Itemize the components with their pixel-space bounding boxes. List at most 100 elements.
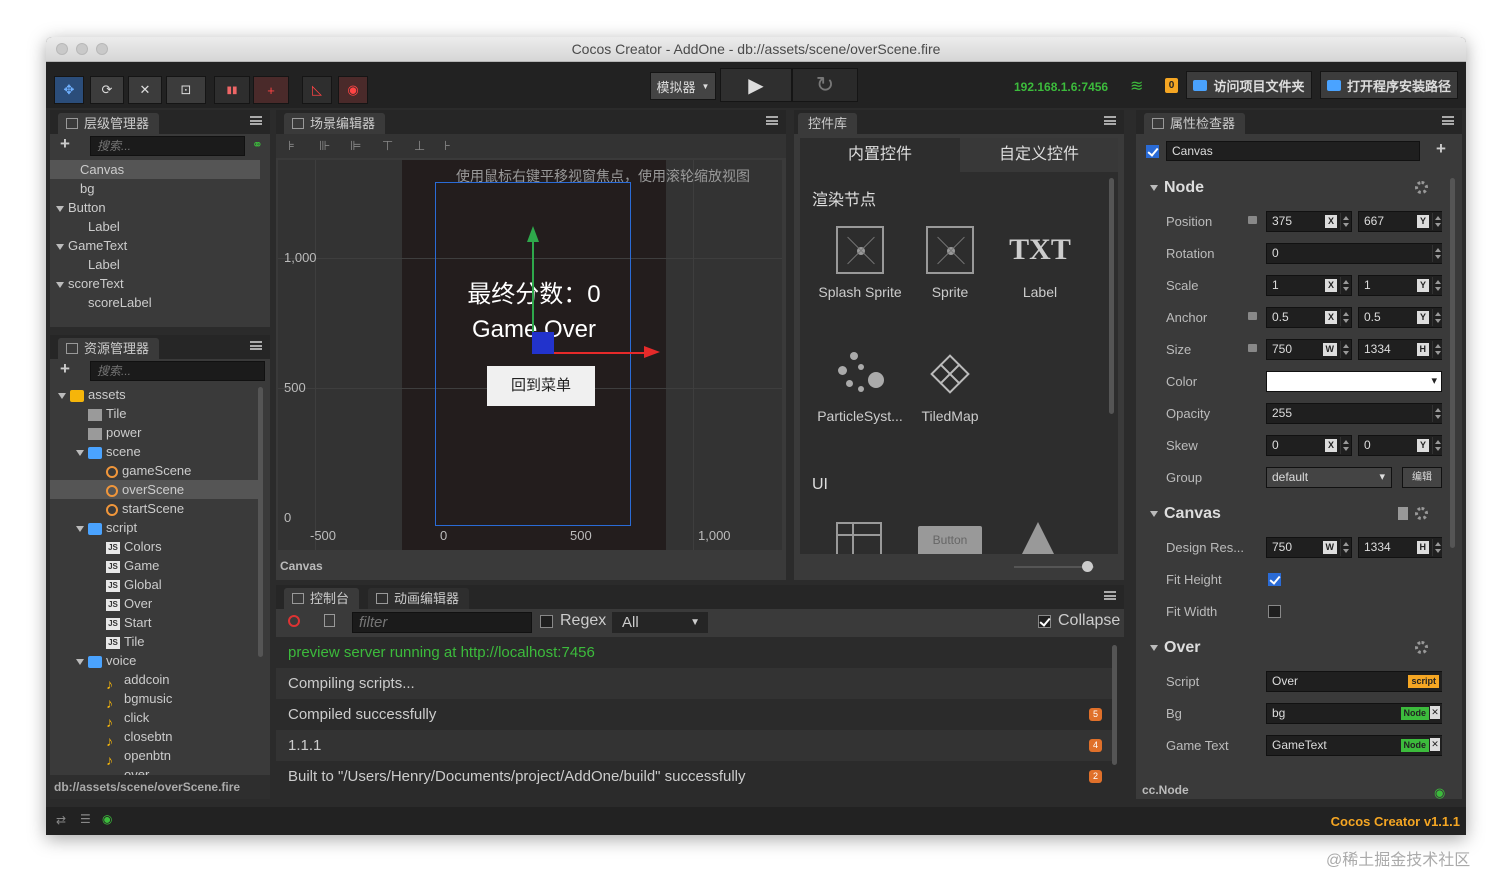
console-scrollbar[interactable]: [1112, 645, 1117, 765]
stepper-icon[interactable]: [1432, 309, 1442, 326]
align-right-icon[interactable]: ⊫: [350, 138, 361, 154]
add-node-button[interactable]: +: [60, 134, 70, 154]
asset-item[interactable]: gameScene: [50, 461, 260, 480]
preview-eye-icon[interactable]: ◉: [102, 812, 112, 826]
collapse-arrow-icon[interactable]: [1150, 644, 1158, 651]
expand-arrow-icon[interactable]: [76, 658, 84, 665]
gear-icon[interactable]: [1415, 507, 1428, 520]
align-middle-icon[interactable]: ⊥: [414, 138, 425, 154]
snap-toggle-button[interactable]: ◉: [338, 76, 368, 104]
sync-icon[interactable]: ⇄: [56, 813, 66, 827]
fit-width-checkbox[interactable]: [1268, 605, 1281, 618]
node-active-checkbox[interactable]: [1146, 145, 1159, 158]
stepper-icon[interactable]: [1340, 277, 1350, 294]
widget-particle-system[interactable]: ParticleSyst...: [810, 350, 910, 424]
panel-menu-icon[interactable]: [1442, 116, 1454, 125]
collapse-checkbox[interactable]: [1038, 615, 1051, 628]
asset-item[interactable]: ♪ addcoin: [50, 670, 260, 692]
asset-item[interactable]: assets: [50, 385, 260, 404]
asset-item[interactable]: scene: [50, 442, 260, 461]
console-filter-input[interactable]: [352, 612, 532, 633]
simulator-select[interactable]: 模拟器 ▼: [650, 72, 716, 100]
widget-tiledmap[interactable]: TiledMap: [900, 350, 1000, 424]
zoom-slider-thumb[interactable]: [1082, 561, 1093, 572]
link-icon[interactable]: ⚭: [252, 137, 263, 153]
tab-animation-editor[interactable]: 动画编辑器: [368, 588, 470, 609]
log-level-select[interactable]: All ▼: [612, 612, 708, 633]
stepper-icon[interactable]: [1432, 245, 1442, 262]
prop-size-w[interactable]: 750 W: [1266, 339, 1352, 360]
prop-anchor-x[interactable]: 0.5 X: [1266, 307, 1352, 328]
prop-opacity-value[interactable]: 255: [1266, 403, 1442, 424]
log-entry[interactable]: Compiling scripts...: [276, 668, 1112, 699]
gear-icon[interactable]: [1415, 641, 1428, 654]
minimize-window-button[interactable]: [76, 43, 88, 55]
stepper-icon[interactable]: [1340, 213, 1350, 230]
tree-node[interactable]: Label: [50, 255, 260, 274]
log-entry[interactable]: Compiled successfully 5: [276, 699, 1112, 730]
gear-icon[interactable]: [1415, 181, 1428, 194]
tab-console[interactable]: 控制台: [284, 588, 360, 609]
section-over[interactable]: Over: [1142, 634, 1442, 662]
node-name-input[interactable]: [1166, 141, 1420, 161]
panel-menu-icon[interactable]: [1104, 116, 1116, 125]
tab-scene[interactable]: 场景编辑器: [284, 113, 386, 134]
tree-node[interactable]: bg: [50, 179, 260, 198]
score-text[interactable]: 最终分数：0: [434, 274, 634, 309]
move-tool-button[interactable]: ✥: [54, 76, 84, 104]
clear-icon[interactable]: ✕: [1430, 738, 1440, 751]
assets-search-input[interactable]: [90, 361, 265, 381]
prop-skew-y[interactable]: 0Y: [1358, 435, 1442, 456]
tab-assets[interactable]: 资源管理器: [58, 338, 160, 359]
lock-icon[interactable]: [1248, 312, 1257, 320]
group-select[interactable]: default ▾: [1266, 467, 1392, 488]
expand-arrow-icon[interactable]: [76, 525, 84, 532]
layout-widget-icon[interactable]: [836, 522, 882, 554]
stepper-icon[interactable]: [1432, 539, 1442, 556]
section-canvas[interactable]: Canvas: [1142, 500, 1442, 528]
expand-arrow-icon[interactable]: [56, 281, 64, 288]
prop-design_res-h[interactable]: 1334 H: [1358, 537, 1442, 558]
open-install-path-button[interactable]: 打开程序安装路径: [1320, 71, 1458, 99]
stepper-icon[interactable]: [1340, 437, 1350, 454]
hierarchy-search-input[interactable]: [90, 136, 245, 156]
tree-node[interactable]: scoreLabel: [50, 293, 260, 312]
align-top-icon[interactable]: ⊤: [382, 138, 393, 154]
asset-item[interactable]: JS Tile: [50, 632, 260, 651]
asset-item[interactable]: startScene: [50, 499, 260, 518]
notification-badge[interactable]: 0: [1165, 78, 1178, 93]
asset-item[interactable]: JS Colors: [50, 537, 260, 556]
align-left-icon[interactable]: ⊧: [288, 138, 295, 154]
edit-group-button[interactable]: 编辑: [1402, 467, 1442, 488]
asset-item[interactable]: ♪over: [50, 765, 260, 775]
prop-position-y[interactable]: 667 Y: [1358, 211, 1442, 232]
scene-viewport[interactable]: 使用鼠标右键平移视窗焦点，使用滚轮缩放视图 1,000 500 0 -500 0…: [278, 160, 782, 550]
tab-inspector[interactable]: 属性检查器: [1144, 113, 1246, 134]
inspector-scrollbar[interactable]: [1450, 178, 1455, 548]
prop-anchor-y[interactable]: 0.5 Y: [1358, 307, 1442, 328]
move-handle[interactable]: [532, 332, 554, 354]
asset-item[interactable]: script: [50, 518, 260, 537]
y-arrow-icon[interactable]: [527, 226, 539, 242]
tab-widgets[interactable]: 控件库: [798, 113, 858, 134]
tab-builtin-widgets[interactable]: 内置控件: [800, 138, 960, 172]
fit-height-checkbox[interactable]: [1268, 573, 1281, 586]
rotate-tool-button[interactable]: ⟳: [90, 76, 124, 104]
assets-scrollbar[interactable]: [258, 387, 263, 657]
widget-scrollbar[interactable]: [1109, 178, 1114, 414]
expand-arrow-icon[interactable]: [58, 392, 66, 399]
panel-menu-icon[interactable]: [766, 116, 778, 125]
tab-custom-widgets[interactable]: 自定义控件: [960, 138, 1118, 172]
stepper-icon[interactable]: [1340, 341, 1350, 358]
tree-node[interactable]: scoreText: [50, 274, 260, 293]
prop-rotation-value[interactable]: 0: [1266, 243, 1442, 264]
refresh-button[interactable]: ↻: [792, 68, 858, 102]
tree-node[interactable]: Canvas: [50, 160, 260, 179]
add-component-button[interactable]: +: [1436, 139, 1446, 159]
prop-size-h[interactable]: 1334 H: [1358, 339, 1442, 360]
open-project-folder-button[interactable]: 访问项目文件夹: [1186, 71, 1312, 99]
asset-item[interactable]: ♪ bgmusic: [50, 689, 260, 711]
clear-icon[interactable]: ✕: [1430, 706, 1440, 719]
align-bottom-icon[interactable]: ⊦: [444, 138, 451, 154]
stepper-icon[interactable]: [1432, 213, 1442, 230]
